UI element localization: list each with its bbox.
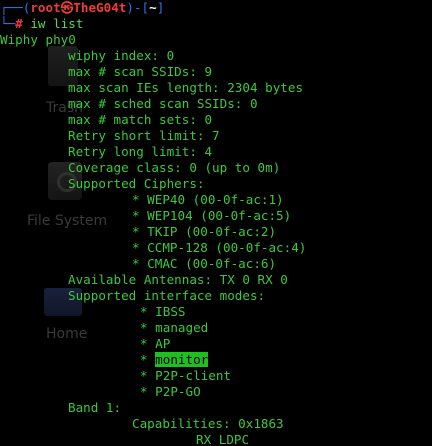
prompt-line-1: ┌──(root㉿TheG04t)-[~] [0, 0, 432, 16]
prompt-hash: # [15, 16, 31, 31]
output-capabilities: Capabilities: 0x1863 [132, 416, 284, 431]
cipher-item: * TKIP (00-0f-ac:2) [132, 224, 277, 239]
prompt-at-symbol: ㉿ [60, 0, 74, 15]
command-text: iw list [30, 16, 84, 31]
prompt-user: root [30, 0, 61, 15]
output-line: Retry long limit: 4 [68, 144, 213, 159]
output-band: Band 1: [68, 400, 122, 415]
output-phy: Wiphy phy0 [0, 32, 76, 47]
output-line: max # sched scan SSIDs: 0 [68, 96, 258, 111]
output-line: Retry short limit: 7 [68, 128, 220, 143]
prompt-corner-top: ┌──( [0, 0, 31, 15]
mode-item: * P2P-GO [0, 384, 432, 400]
cipher-item: * CCMP-128 (00-0f-ac:4) [132, 240, 307, 255]
mode-label-highlighted[interactable]: monitor [155, 352, 209, 367]
mode-bullet: * [140, 352, 156, 367]
mode-label: IBSS [155, 304, 186, 319]
mode-item: * P2P-client [0, 368, 432, 384]
cipher-item: * WEP104 (00-0f-ac:5) [132, 208, 292, 223]
output-ciphers-header: Supported Ciphers: [68, 176, 205, 191]
mode-bullet: * [140, 304, 156, 319]
mode-item: * AP [0, 336, 432, 352]
output-line: wiphy index: 0 [68, 48, 175, 63]
output-antennas: Available Antennas: TX 0 RX 0 [68, 272, 288, 287]
output-line: max # scan SSIDs: 9 [68, 64, 213, 79]
mode-label: P2P-GO [155, 384, 201, 399]
output-line: max scan IEs length: 2304 bytes [68, 80, 304, 95]
prompt-corner-bottom: └─ [0, 16, 16, 31]
output-modes-header: Supported interface modes: [68, 288, 266, 303]
mode-label: managed [155, 320, 209, 335]
output-line: max # match sets: 0 [68, 112, 213, 127]
output-line: Coverage class: 0 (up to 0m) [68, 160, 281, 175]
mode-item: * managed [0, 320, 432, 336]
output-rx-ldpc: RX LDPC [196, 432, 250, 446]
prompt-line-2[interactable]: └─# iw list [0, 16, 432, 32]
cipher-item: * WEP40 (00-0f-ac:1) [132, 192, 284, 207]
mode-item: * IBSS [0, 304, 432, 320]
screen: Trash File System Home ┌──(root㉿TheG04t)… [0, 0, 432, 446]
cipher-item: * CMAC (00-0f-ac:6) [132, 256, 277, 271]
mode-bullet: * [140, 368, 156, 383]
prompt-host: TheG04t [73, 0, 127, 15]
prompt-close: ] [156, 0, 165, 15]
mode-bullet: * [140, 384, 156, 399]
mode-bullet: * [140, 336, 156, 351]
mode-label: P2P-client [155, 368, 231, 383]
mode-label: AP [155, 336, 171, 351]
terminal-window[interactable]: ┌──(root㉿TheG04t)-[~] └─# iw list Wiphy … [0, 0, 432, 446]
mode-bullet: * [140, 320, 156, 335]
mode-item-selected: * monitor [0, 352, 432, 368]
prompt-dir: ~ [149, 0, 157, 15]
prompt-sep: )-[ [126, 0, 150, 15]
